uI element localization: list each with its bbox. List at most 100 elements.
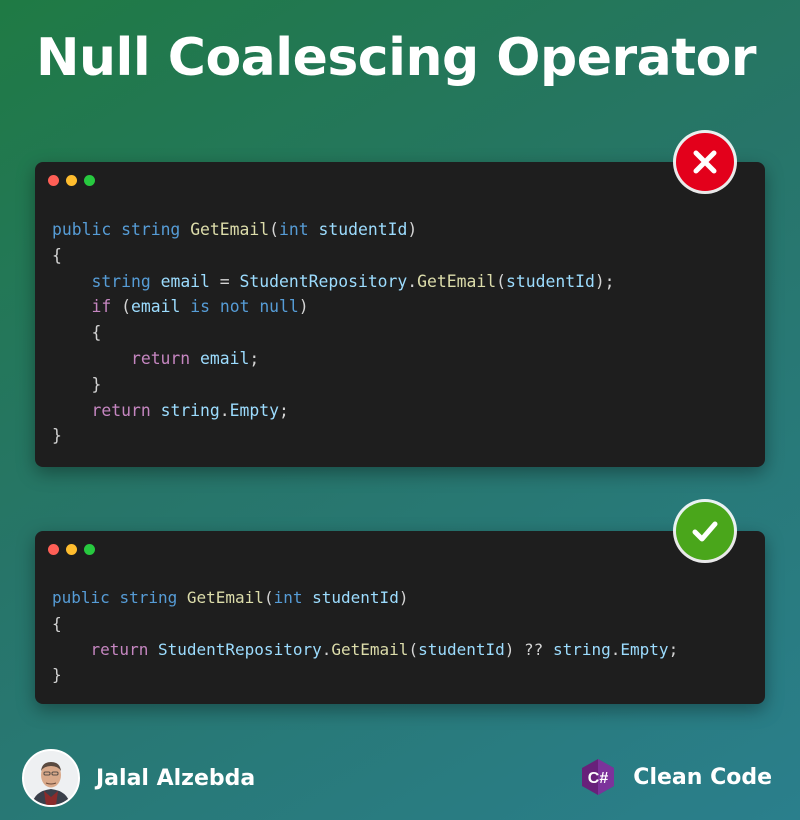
code-token: . [219,400,230,420]
code-token: ) [298,297,309,317]
code-token: ) [398,588,409,607]
code-token: string [121,220,181,239]
good-code-block: public string GetEmail(int studentId){ r… [52,585,678,688]
code-token: ) [407,220,418,239]
code-token: ) ?? [504,639,553,659]
code-token: { [52,613,62,633]
code-token: email [200,348,250,368]
code-token: Empty [620,639,669,659]
minimize-dot-icon [66,544,77,555]
code-line: public string GetEmail(int studentId) [52,585,678,611]
code-token: email [160,271,210,291]
code-token: studentId [506,271,595,291]
code-line: public string GetEmail(int studentId) [52,217,615,243]
code-line: { [52,611,678,637]
brand: C# Clean Code [579,758,772,796]
code-token: { [52,323,102,343]
good-code-window: public string GetEmail(int studentId){ r… [35,531,765,704]
code-token: GetEmail [417,271,497,291]
code-token: GetEmail [190,220,270,239]
page-title: Null Coalescing Operator [36,28,756,88]
code-token: string [91,271,151,291]
bad-code-window: public string GetEmail(int studentId){ s… [35,162,765,467]
code-token: StudentRepository [239,271,408,291]
code-token: Empty [229,400,280,420]
x-mark-icon [676,133,734,191]
code-token: GetEmail [331,639,409,659]
code-token: studentId [312,588,399,607]
code-token: . [321,639,332,659]
code-token: ); [594,271,615,291]
code-token: { [52,245,62,265]
code-token: ; [249,348,260,368]
code-token: string [552,639,611,659]
author: Jalal Alzebda [22,749,255,807]
code-token: not [219,297,250,317]
code-token: StudentRepository [157,639,322,659]
code-token: return [91,400,151,420]
code-token: ; [668,639,679,659]
code-token: null [259,297,299,317]
code-line: string email = StudentRepository.GetEmai… [52,269,615,295]
code-line: { [52,320,615,346]
code-token: int [273,588,303,607]
code-token: string [119,588,178,607]
maximize-dot-icon [84,175,95,186]
code-line: } [52,423,615,449]
check-mark-icon [676,502,734,560]
code-token: return [90,639,149,659]
code-token: . [407,271,418,291]
close-dot-icon [48,544,59,555]
code-token: GetEmail [186,588,264,607]
code-token: ( [408,639,419,659]
maximize-dot-icon [84,544,95,555]
code-token: public [52,220,112,239]
code-token: } [52,426,62,446]
code-token: = [209,271,240,291]
minimize-dot-icon [66,175,77,186]
window-controls [48,175,95,186]
window-controls [48,544,95,555]
code-token: is [190,297,210,317]
csharp-logo-icon: C# [582,759,615,795]
code-token: int [279,220,309,239]
code-line: } [52,372,615,398]
code-token: ; [279,400,289,420]
code-line: if (email is not null) [52,294,615,320]
code-line: return StudentRepository.GetEmail(studen… [52,637,679,663]
code-token: return [130,348,191,368]
brand-logo-text: C# [588,770,609,787]
code-line: return string.Empty; [52,398,615,424]
code-token: public [52,588,110,607]
close-dot-icon [48,175,59,186]
code-line: { [52,243,615,269]
code-token: ( [263,588,274,607]
code-token: } [52,665,62,685]
code-line: return email; [52,346,615,372]
code-token: studentId [318,220,408,239]
brand-label: Clean Code [633,764,772,790]
code-token: if [91,297,112,317]
code-token: } [52,374,102,394]
code-token: studentId [418,639,505,659]
code-token: string [160,400,220,420]
code-line: } [52,662,678,688]
